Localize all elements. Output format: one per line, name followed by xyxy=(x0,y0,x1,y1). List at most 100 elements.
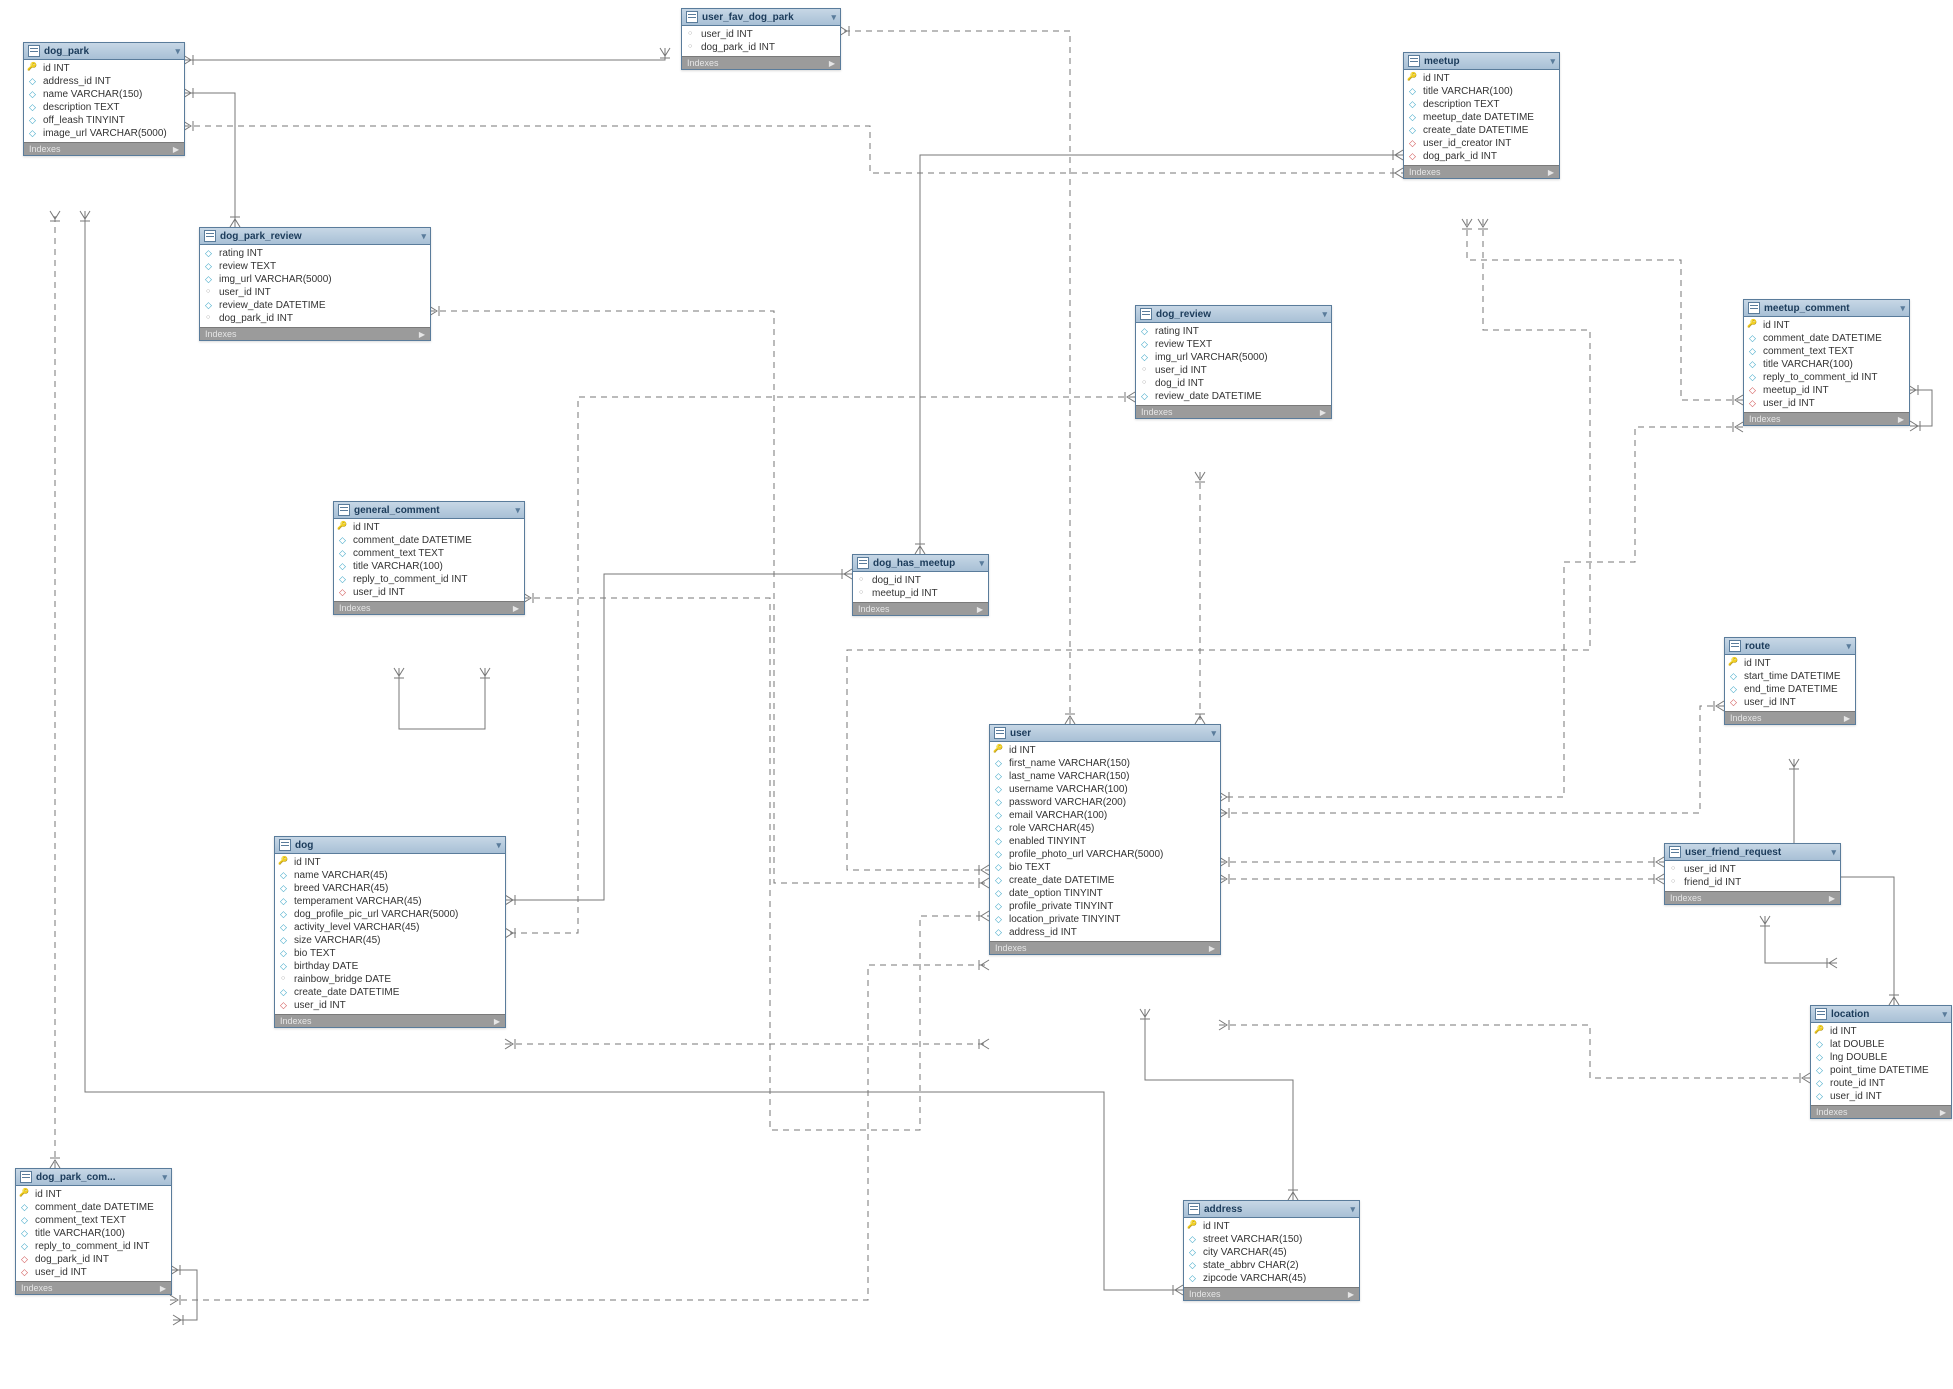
column[interactable]: create_date DATETIME xyxy=(275,986,505,999)
column[interactable]: reply_to_comment_id INT xyxy=(334,573,524,586)
indexes-footer[interactable]: Indexes▶ xyxy=(200,327,430,340)
column[interactable]: user_id INT xyxy=(1725,696,1855,709)
entity-user_friend_request[interactable]: user_friend_request▾user_id INTfriend_id… xyxy=(1664,843,1841,905)
column[interactable]: rating INT xyxy=(1136,325,1331,338)
indexes-footer[interactable]: Indexes▶ xyxy=(1725,711,1855,724)
column[interactable]: bio TEXT xyxy=(275,947,505,960)
column[interactable]: meetup_id INT xyxy=(853,587,988,600)
column[interactable]: user_id INT xyxy=(16,1266,171,1279)
column[interactable]: id INT xyxy=(1744,319,1909,332)
column[interactable]: address_id INT xyxy=(990,926,1220,939)
column[interactable]: breed VARCHAR(45) xyxy=(275,882,505,895)
column[interactable]: point_time DATETIME xyxy=(1811,1064,1951,1077)
column[interactable]: user_id INT xyxy=(275,999,505,1012)
column[interactable]: start_time DATETIME xyxy=(1725,670,1855,683)
column[interactable]: review TEXT xyxy=(1136,338,1331,351)
entity-menu-icon[interactable]: ▾ xyxy=(1350,1204,1355,1215)
column[interactable]: location_private TINYINT xyxy=(990,913,1220,926)
entity-menu-icon[interactable]: ▾ xyxy=(496,840,501,851)
entity-header[interactable]: address▾ xyxy=(1184,1201,1359,1218)
column[interactable]: first_name VARCHAR(150) xyxy=(990,757,1220,770)
column[interactable]: meetup_date DATETIME xyxy=(1404,111,1559,124)
column[interactable]: birthday DATE xyxy=(275,960,505,973)
entity-dog_has_meetup[interactable]: dog_has_meetup▾dog_id INTmeetup_id INTIn… xyxy=(852,554,989,616)
column[interactable]: comment_date DATETIME xyxy=(1744,332,1909,345)
column[interactable]: img_url VARCHAR(5000) xyxy=(200,273,430,286)
column[interactable]: dog_park_id INT xyxy=(1404,150,1559,163)
entity-route[interactable]: route▾ id INTstart_time DATETIMEend_time … xyxy=(1724,637,1856,725)
column[interactable]: user_id INT xyxy=(1136,364,1331,377)
entity-menu-icon[interactable]: ▾ xyxy=(1831,847,1836,858)
entity-menu-icon[interactable]: ▾ xyxy=(1550,56,1555,67)
column[interactable]: last_name VARCHAR(150) xyxy=(990,770,1220,783)
column[interactable]: id INT xyxy=(1404,72,1559,85)
column[interactable]: enabled TINYINT xyxy=(990,835,1220,848)
column[interactable]: review_date DATETIME xyxy=(1136,390,1331,403)
column[interactable]: user_id_creator INT xyxy=(1404,137,1559,150)
entity-menu-icon[interactable]: ▾ xyxy=(1211,728,1216,739)
column[interactable]: end_time DATETIME xyxy=(1725,683,1855,696)
entity-header[interactable]: route▾ xyxy=(1725,638,1855,655)
column[interactable]: bio TEXT xyxy=(990,861,1220,874)
column[interactable]: role VARCHAR(45) xyxy=(990,822,1220,835)
column[interactable]: comment_text TEXT xyxy=(334,547,524,560)
column[interactable]: id INT xyxy=(275,856,505,869)
column[interactable]: id INT xyxy=(990,744,1220,757)
entity-header[interactable]: location▾ xyxy=(1811,1006,1951,1023)
entity-user_fav_dog_park[interactable]: user_fav_dog_park▾ user_id INTdog_park_id… xyxy=(681,8,841,70)
column[interactable]: user_id INT xyxy=(200,286,430,299)
entity-address[interactable]: address▾id INTstreet VARCHAR(150)city VA… xyxy=(1183,1200,1360,1301)
entity-header[interactable]: meetup_comment▾ xyxy=(1744,300,1909,317)
column[interactable]: activity_level VARCHAR(45) xyxy=(275,921,505,934)
column[interactable]: comment_text TEXT xyxy=(1744,345,1909,358)
entity-menu-icon[interactable]: ▾ xyxy=(1322,309,1327,320)
column[interactable]: rating INT xyxy=(200,247,430,260)
entity-dog_park[interactable]: dog_park▾id INTaddress_id INTname VARCHA… xyxy=(23,42,185,156)
indexes-footer[interactable]: Indexes▶ xyxy=(1665,891,1840,904)
column[interactable]: dog_park_id INT xyxy=(200,312,430,325)
entity-menu-icon[interactable]: ▾ xyxy=(162,1172,167,1183)
column[interactable]: comment_text TEXT xyxy=(16,1214,171,1227)
column[interactable]: off_leash TINYINT xyxy=(24,114,184,127)
entity-menu-icon[interactable]: ▾ xyxy=(831,12,836,23)
entity-header[interactable]: dog_park_com...▾ xyxy=(16,1169,171,1186)
indexes-footer[interactable]: Indexes▶ xyxy=(334,601,524,614)
entity-header[interactable]: dog_park▾ xyxy=(24,43,184,60)
indexes-footer[interactable]: Indexes▶ xyxy=(1136,405,1331,418)
entity-menu-icon[interactable]: ▾ xyxy=(175,46,180,57)
column[interactable]: dog_park_id INT xyxy=(682,41,840,54)
column[interactable]: id INT xyxy=(1184,1220,1359,1233)
column[interactable]: profile_photo_url VARCHAR(5000) xyxy=(990,848,1220,861)
column[interactable]: create_date DATETIME xyxy=(990,874,1220,887)
column[interactable]: user_id INT xyxy=(1665,863,1840,876)
column[interactable]: name VARCHAR(45) xyxy=(275,869,505,882)
entity-menu-icon[interactable]: ▾ xyxy=(1900,303,1905,314)
column[interactable]: lat DOUBLE xyxy=(1811,1038,1951,1051)
column[interactable]: address_id INT xyxy=(24,75,184,88)
column[interactable]: state_abbrv CHAR(2) xyxy=(1184,1259,1359,1272)
column[interactable]: comment_date DATETIME xyxy=(16,1201,171,1214)
column[interactable]: email VARCHAR(100) xyxy=(990,809,1220,822)
indexes-footer[interactable]: Indexes▶ xyxy=(1811,1105,1951,1118)
indexes-footer[interactable]: Indexes▶ xyxy=(275,1014,505,1027)
column[interactable]: dog_id INT xyxy=(853,574,988,587)
entity-menu-icon[interactable]: ▾ xyxy=(1942,1009,1947,1020)
column[interactable]: create_date DATETIME xyxy=(1404,124,1559,137)
entity-menu-icon[interactable]: ▾ xyxy=(979,558,984,569)
column[interactable]: img_url VARCHAR(5000) xyxy=(1136,351,1331,364)
entity-user[interactable]: user▾id INTfirst_name VARCHAR(150)last_n… xyxy=(989,724,1221,955)
indexes-footer[interactable]: Indexes▶ xyxy=(1404,165,1559,178)
column[interactable]: user_id INT xyxy=(682,28,840,41)
entity-header[interactable]: user_fav_dog_park▾ xyxy=(682,9,840,26)
column[interactable]: reply_to_comment_id INT xyxy=(1744,371,1909,384)
column[interactable]: route_id INT xyxy=(1811,1077,1951,1090)
column[interactable]: meetup_id INT xyxy=(1744,384,1909,397)
entity-header[interactable]: dog▾ xyxy=(275,837,505,854)
column[interactable]: password VARCHAR(200) xyxy=(990,796,1220,809)
indexes-footer[interactable]: Indexes▶ xyxy=(1184,1287,1359,1300)
column[interactable]: id INT xyxy=(1725,657,1855,670)
column[interactable]: profile_private TINYINT xyxy=(990,900,1220,913)
column[interactable]: city VARCHAR(45) xyxy=(1184,1246,1359,1259)
column[interactable]: user_id INT xyxy=(1744,397,1909,410)
column[interactable]: review TEXT xyxy=(200,260,430,273)
